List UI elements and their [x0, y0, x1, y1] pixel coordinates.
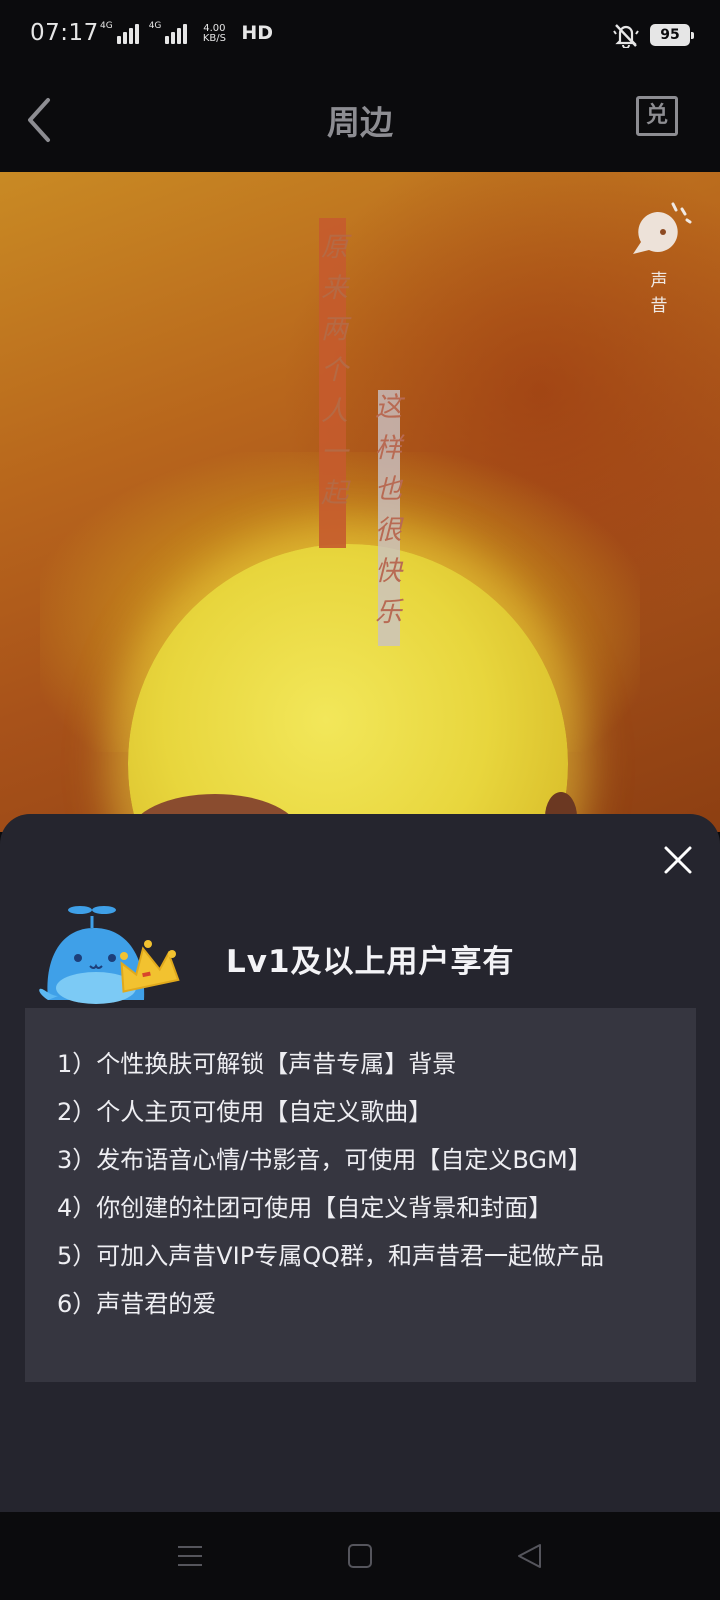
benefit-item: 3）发布语音心情/书影音，可使用【自定义BGM】 — [57, 1146, 592, 1174]
benefit-item: 1）个性换肤可解锁【声昔专属】背景 — [57, 1050, 457, 1078]
vertical-caption-2: 这样也很快乐 — [370, 392, 401, 638]
bell-muted-icon — [613, 24, 639, 48]
status-bar: 07:17 4G 4G 4.00 KB/S HD 95 — [0, 0, 720, 70]
vertical-caption-1: 原来两个人一起 — [316, 232, 347, 519]
benefit-item: 5）可加入声昔VIP专属QQ群，和声昔君一起做产品 — [57, 1242, 605, 1270]
network-speed-unit: KB/S — [202, 33, 226, 44]
signal-1-icon: 4G — [100, 22, 139, 44]
bird-logo-icon — [633, 202, 692, 254]
benefit-item: 2）个人主页可使用【自定义歌曲】 — [57, 1098, 433, 1126]
signal-2-icon: 4G — [149, 22, 188, 44]
background-artwork: 原来两个人一起 这样也很快乐 声 昔 — [0, 172, 720, 832]
hd-indicator: HD — [241, 22, 274, 44]
brand-logo-text: 声 昔 — [650, 271, 678, 316]
close-icon[interactable] — [662, 844, 694, 876]
status-right: 95 — [612, 22, 694, 48]
network-type-2: 4G — [148, 21, 162, 31]
brand-logo: 声 昔 — [622, 198, 698, 316]
sheet-title: Lv1及以上用户享有 — [226, 944, 515, 980]
home-icon[interactable] — [344, 1540, 376, 1572]
whale-mascot-icon — [39, 906, 180, 1004]
benefit-item: 6）声昔君的爱 — [57, 1290, 217, 1318]
system-navigation-bar — [0, 1512, 720, 1600]
network-type-1: 4G — [100, 21, 113, 31]
status-signals: 4G 4G 4.00 KB/S HD — [100, 22, 273, 44]
benefits-sheet: Lv1及以上用户享有 1）个性换肤可解锁【声昔专属】背景 2）个人主页可使用【自… — [0, 814, 720, 1512]
recent-apps-icon[interactable] — [174, 1540, 206, 1572]
page-title: 周边 — [327, 103, 393, 142]
network-speed: 4.00 KB/S — [197, 24, 231, 44]
status-time: 07:17 — [30, 20, 99, 46]
back-triangle-icon[interactable] — [514, 1540, 546, 1572]
exchange-button[interactable]: 兑 — [636, 96, 678, 136]
navigation-bar: 周边 兑 — [0, 70, 720, 172]
benefit-item: 4）你创建的社团可使用【自定义背景和封面】 — [57, 1194, 553, 1222]
battery-icon: 95 — [650, 24, 694, 46]
benefits-list: 1）个性换肤可解锁【声昔专属】背景 2）个人主页可使用【自定义歌曲】 3）发布语… — [25, 1008, 696, 1382]
